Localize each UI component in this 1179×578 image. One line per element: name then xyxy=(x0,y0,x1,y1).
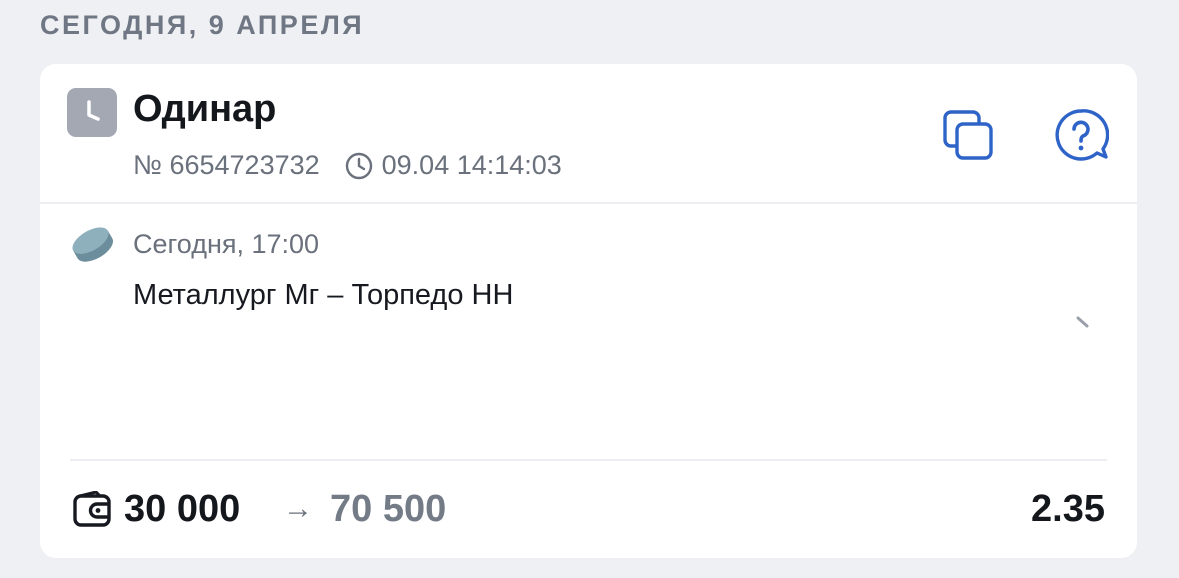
bet-placed-time: 09.04 14:14:03 xyxy=(381,150,562,180)
help-button[interactable] xyxy=(1053,107,1110,163)
chevron-down-icon[interactable] xyxy=(1076,316,1098,330)
divider xyxy=(70,459,1107,461)
hockey-puck-icon xyxy=(70,226,116,264)
bet-number: № 6654723732 xyxy=(133,150,320,180)
payout-amount: 70 500 xyxy=(330,488,447,530)
copy-button[interactable] xyxy=(940,107,996,163)
help-chat-icon xyxy=(1055,109,1110,161)
bet-card[interactable]: Одинар № 6654723732 09.04 14:14:03 Сегод… xyxy=(40,64,1137,558)
bet-footer: 30 000 → 70 500 2.35 xyxy=(40,484,1137,544)
wallet-icon xyxy=(73,491,111,527)
bet-meta: № 6654723732 09.04 14:14:03 xyxy=(133,150,562,181)
date-header: СЕГОДНЯ, 9 АПРЕЛЯ xyxy=(40,10,365,40)
bet-type-title: Одинар xyxy=(133,88,277,130)
event-name: Металлург Мг – Торпедо НН xyxy=(133,279,514,311)
time-clock-icon xyxy=(344,151,374,181)
arrow-right-icon: → xyxy=(283,492,313,525)
odds-value: 2.35 xyxy=(1031,488,1105,530)
bet-card-header: Одинар № 6654723732 09.04 14:14:03 xyxy=(40,64,1137,204)
copy-icon xyxy=(943,110,993,160)
clock-icon xyxy=(67,88,117,137)
stake-amount: 30 000 xyxy=(124,488,241,530)
event-time: Сегодня, 17:00 xyxy=(133,229,320,259)
